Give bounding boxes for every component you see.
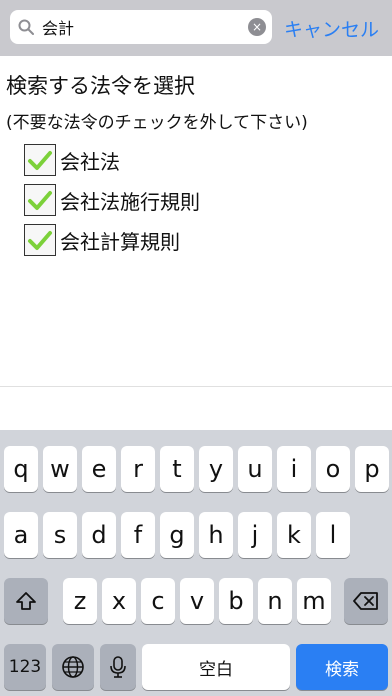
law-item-kaishaho[interactable]: 会社法	[24, 140, 200, 180]
law-label: 会社法施行規則	[60, 189, 200, 214]
law-checkbox[interactable]	[24, 224, 56, 256]
checkmark-icon	[28, 231, 52, 250]
key-q[interactable]: q	[4, 446, 38, 492]
globe-icon	[62, 656, 84, 678]
search-field[interactable]: ×	[10, 10, 272, 44]
search-icon	[18, 19, 34, 35]
shift-icon	[16, 592, 36, 610]
key-t[interactable]: t	[160, 446, 194, 492]
search-input[interactable]	[42, 14, 242, 40]
key-l[interactable]: l	[316, 512, 350, 558]
key-o[interactable]: o	[316, 446, 350, 492]
key-b[interactable]: b	[219, 578, 253, 624]
globe-key[interactable]	[52, 644, 94, 690]
key-i[interactable]: i	[277, 446, 311, 492]
key-f[interactable]: f	[121, 512, 155, 558]
key-h[interactable]: h	[199, 512, 233, 558]
law-item-kaisha-keisan-kisoku[interactable]: 会社計算規則	[24, 220, 200, 260]
backspace-key[interactable]	[344, 578, 388, 624]
key-m[interactable]: m	[297, 578, 331, 624]
key-s[interactable]: s	[43, 512, 77, 558]
clear-icon[interactable]: ×	[248, 18, 266, 36]
key-y[interactable]: y	[199, 446, 233, 492]
search-bar: × キャンセル	[0, 0, 392, 56]
key-k[interactable]: k	[277, 512, 311, 558]
key-g[interactable]: g	[160, 512, 194, 558]
numbers-key[interactable]: 123	[4, 644, 46, 690]
law-checkbox[interactable]	[24, 184, 56, 216]
shift-key[interactable]	[4, 578, 48, 624]
law-label: 会社法	[60, 149, 120, 174]
law-label: 会社計算規則	[60, 229, 180, 254]
divider	[0, 386, 392, 387]
keyboard: q w e r t y u i o p a s d f g h j k l z …	[0, 430, 392, 696]
space-key[interactable]: 空白	[142, 644, 290, 690]
key-w[interactable]: w	[43, 446, 77, 492]
backspace-icon	[353, 592, 378, 610]
section-note: (不要な法令のチェックを外して下さい)	[6, 113, 308, 133]
law-checkbox[interactable]	[24, 144, 56, 176]
key-z[interactable]: z	[63, 578, 97, 624]
key-x[interactable]: x	[102, 578, 136, 624]
key-d[interactable]: d	[82, 512, 116, 558]
key-u[interactable]: u	[238, 446, 272, 492]
key-p[interactable]: p	[355, 446, 389, 492]
key-n[interactable]: n	[258, 578, 292, 624]
law-list: 会社法 会社法施行規則 会社計算規則	[24, 140, 200, 260]
key-e[interactable]: e	[82, 446, 116, 492]
key-v[interactable]: v	[180, 578, 214, 624]
law-item-kaishaho-shikokisoku[interactable]: 会社法施行規則	[24, 180, 200, 220]
key-r[interactable]: r	[121, 446, 155, 492]
key-c[interactable]: c	[141, 578, 175, 624]
microphone-icon	[110, 656, 126, 678]
checkmark-icon	[28, 191, 52, 210]
dictation-key[interactable]	[100, 644, 136, 690]
cancel-button[interactable]: キャンセル	[284, 15, 379, 42]
key-j[interactable]: j	[238, 512, 272, 558]
section-title: 検索する法令を選択	[6, 74, 195, 98]
checkmark-icon	[28, 151, 52, 170]
search-key[interactable]: 検索	[296, 644, 388, 690]
key-a[interactable]: a	[4, 512, 38, 558]
